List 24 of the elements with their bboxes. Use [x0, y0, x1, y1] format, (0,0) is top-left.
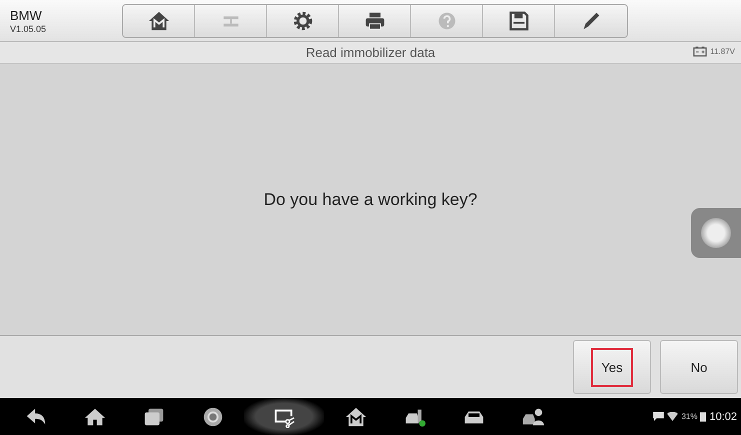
toolbar-save-button[interactable]: [483, 4, 555, 36]
battery-level-icon: [700, 411, 706, 422]
app-version: V1.05.05: [10, 24, 48, 34]
browser-icon: [202, 406, 224, 428]
voltage-reading: 11.87V: [710, 47, 735, 56]
toolbar-home-button[interactable]: [123, 4, 195, 36]
battery-percent: 31%: [681, 412, 698, 421]
toolbar-settings-button[interactable]: [267, 4, 339, 36]
save-icon: [508, 10, 530, 32]
wifi-icon: [667, 412, 678, 421]
app-name: BMW: [10, 8, 43, 22]
toolbar-edit-button[interactable]: [555, 4, 627, 36]
house-m-icon: [148, 10, 170, 32]
floating-button[interactable]: [691, 208, 741, 258]
no-button[interactable]: No: [660, 340, 738, 394]
settings-icon: [292, 10, 314, 32]
house-m-icon: [344, 406, 366, 428]
clock-time: 10:02: [709, 410, 737, 422]
toolbar-print-button[interactable]: [339, 4, 411, 36]
message-icon: [653, 412, 664, 421]
battery-icon: [693, 46, 708, 57]
yes-button[interactable]: Yes: [573, 340, 651, 394]
page-title: Read immobilizer data: [306, 45, 436, 60]
prompt-message: Do you have a working key?: [264, 190, 478, 210]
